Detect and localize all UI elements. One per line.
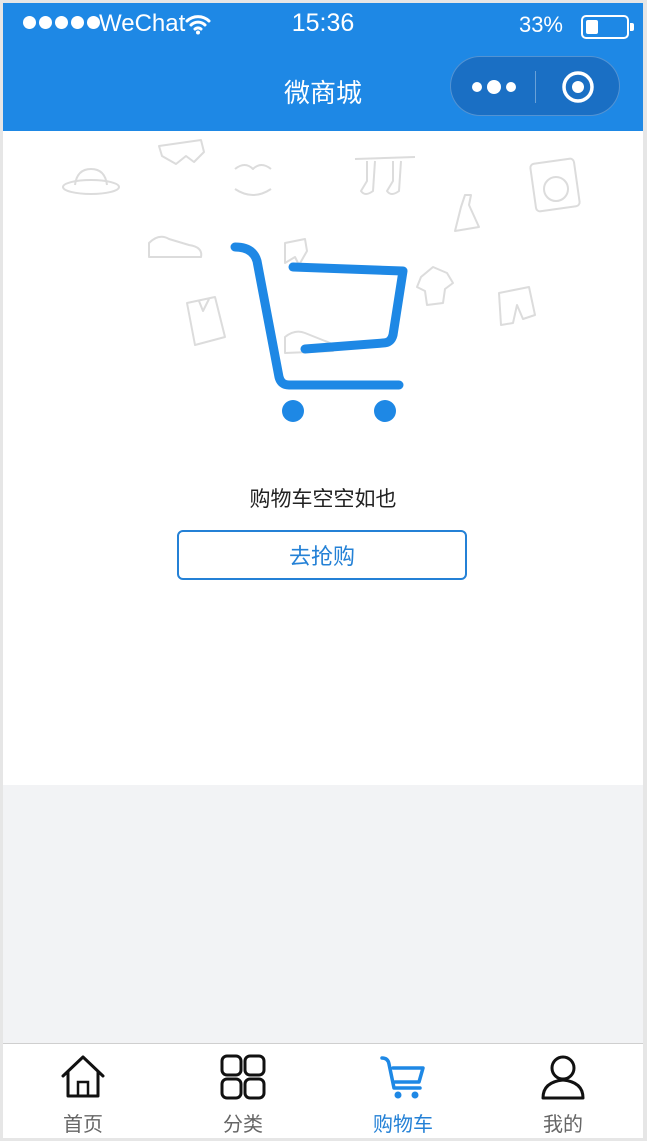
tab-category[interactable]: 分类	[163, 1044, 323, 1138]
empty-cart-message: 购物车空空如也	[249, 488, 397, 511]
tab-cart-label: 购物车	[373, 1114, 433, 1136]
cart-wheel-right	[374, 400, 396, 422]
clothing-doodles-icon	[62, 139, 581, 354]
tab-mine-label: 我的	[543, 1114, 583, 1136]
tab-mine[interactable]: 我的	[483, 1044, 643, 1138]
category-grid-icon	[220, 1054, 266, 1100]
tab-bar: 首页 分类 购物车 我的	[3, 1043, 643, 1138]
more-dots-icon[interactable]	[471, 76, 521, 98]
home-icon	[61, 1055, 105, 1098]
target-circle-icon[interactable]	[561, 70, 595, 104]
shopping-cart-icon	[230, 242, 408, 390]
tab-home[interactable]: 首页	[3, 1044, 163, 1138]
mini-program-capsule	[450, 56, 620, 116]
tab-category-label: 分类	[223, 1114, 263, 1136]
header: WeChat 15:36 33% 微商城	[3, 3, 643, 131]
tab-cart[interactable]: 购物车	[323, 1044, 483, 1138]
tab-home-label: 首页	[63, 1114, 103, 1136]
phone-screen: WeChat 15:36 33% 微商城 购物车空空如也 去抢购 首页 分类 购…	[3, 3, 643, 1138]
user-icon	[541, 1055, 585, 1100]
go-shopping-button[interactable]: 去抢购	[177, 530, 467, 580]
status-bar: WeChat 15:36 33%	[3, 3, 643, 45]
cart-wheel-left	[282, 400, 304, 422]
capsule-divider	[535, 71, 536, 103]
cart-content: 购物车空空如也 去抢购	[3, 131, 643, 785]
cart-icon	[380, 1056, 425, 1099]
battery-icon	[581, 15, 634, 39]
battery-percentage: 33%	[518, 12, 563, 37]
empty-cart-illustration	[62, 139, 581, 422]
